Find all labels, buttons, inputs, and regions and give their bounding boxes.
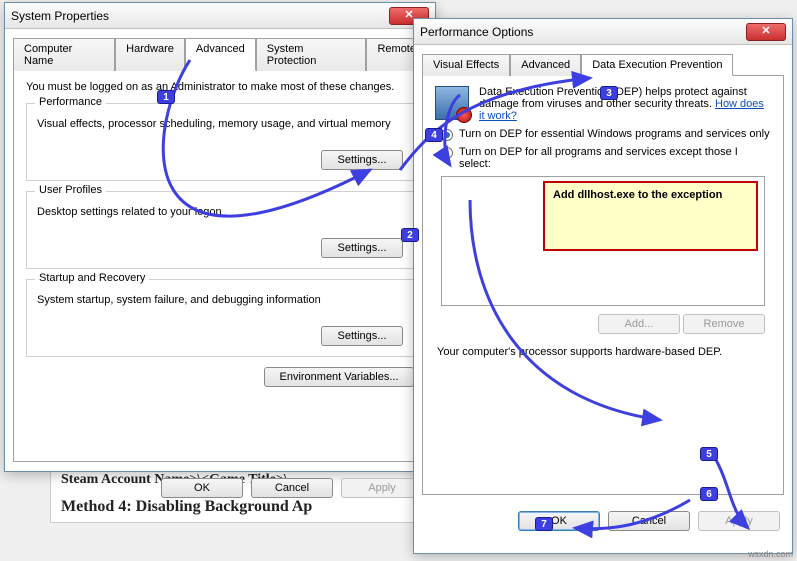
add-button[interactable]: Add... xyxy=(598,314,680,334)
tab-perf-advanced[interactable]: Advanced xyxy=(510,54,581,76)
environment-variables-button[interactable]: Environment Variables... xyxy=(264,367,414,387)
perfopts-apply-button[interactable]: Apply xyxy=(698,511,780,531)
group-performance: Performance Visual effects, processor sc… xyxy=(26,103,414,181)
perfopts-cancel-button[interactable]: Cancel xyxy=(608,511,690,531)
sysprops-apply-button[interactable]: Apply xyxy=(341,478,423,498)
step-3: 3 xyxy=(600,86,618,100)
startup-recovery-settings-button[interactable]: Settings... xyxy=(321,326,403,346)
radio-dep-all-except-label: Turn on DEP for all programs and service… xyxy=(459,146,771,170)
step-5: 5 xyxy=(700,447,718,461)
perfopts-action-row: OK Cancel Apply xyxy=(414,503,792,539)
step-6: 6 xyxy=(700,487,718,501)
dep-footer-note: Your computer's processor supports hardw… xyxy=(437,346,769,358)
perfopts-ok-button[interactable]: OK xyxy=(518,511,600,531)
shield-chip-icon xyxy=(435,86,469,120)
step-7: 7 xyxy=(535,517,553,531)
dep-exception-list[interactable]: Add dllhost.exe to the exception xyxy=(441,176,765,306)
performance-settings-button[interactable]: Settings... xyxy=(321,150,403,170)
sysprops-cancel-button[interactable]: Cancel xyxy=(251,478,333,498)
tab-hardware[interactable]: Hardware xyxy=(115,38,185,71)
perfopts-titlebar[interactable]: Performance Options ✕ xyxy=(414,19,792,45)
corner-credit: wsxdn.com xyxy=(748,549,793,559)
perfopts-tabs: Visual Effects Advanced Data Execution P… xyxy=(422,53,784,75)
dep-description: Data Execution Prevention (DEP) helps pr… xyxy=(479,86,771,122)
group-startup-recovery: Startup and Recovery System startup, sys… xyxy=(26,279,414,357)
admin-note: You must be logged on as an Administrato… xyxy=(26,81,414,93)
sysprops-body: You must be logged on as an Administrato… xyxy=(13,70,427,462)
tab-visual-effects[interactable]: Visual Effects xyxy=(422,54,510,76)
step-1: 1 xyxy=(157,90,175,104)
perfopts-body: Data Execution Prevention (DEP) helps pr… xyxy=(422,75,784,495)
tab-computer-name[interactable]: Computer Name xyxy=(13,38,115,71)
radio-dep-essential[interactable]: Turn on DEP for essential Windows progra… xyxy=(441,128,771,141)
user-profiles-settings-button[interactable]: Settings... xyxy=(321,238,403,258)
radio-icon xyxy=(441,147,453,159)
group-user-profiles-title: User Profiles xyxy=(35,184,106,196)
remove-button[interactable]: Remove xyxy=(683,314,765,334)
sysprops-tabs: Computer Name Hardware Advanced System P… xyxy=(13,37,427,70)
user-profiles-desc: Desktop settings related to your logon xyxy=(37,206,403,218)
tab-system-protection[interactable]: System Protection xyxy=(256,38,367,71)
step-4: 4 xyxy=(425,128,443,142)
tab-dep[interactable]: Data Execution Prevention xyxy=(581,54,733,76)
tab-advanced[interactable]: Advanced xyxy=(185,38,256,71)
group-user-profiles: User Profiles Desktop settings related t… xyxy=(26,191,414,269)
system-properties-title: System Properties xyxy=(11,9,109,23)
system-properties-window: System Properties ✕ Computer Name Hardwa… xyxy=(4,2,436,472)
radio-dep-all-except[interactable]: Turn on DEP for all programs and service… xyxy=(441,146,771,170)
sysprops-action-row: OK Cancel Apply xyxy=(5,470,435,506)
close-icon[interactable]: ✕ xyxy=(746,23,786,41)
radio-dep-essential-label: Turn on DEP for essential Windows progra… xyxy=(459,128,770,140)
callout-note: Add dllhost.exe to the exception xyxy=(543,181,758,251)
sysprops-ok-button[interactable]: OK xyxy=(161,478,243,498)
step-2: 2 xyxy=(401,228,419,242)
performance-desc: Visual effects, processor scheduling, me… xyxy=(37,118,403,130)
startup-recovery-desc: System startup, system failure, and debu… xyxy=(37,294,403,306)
group-performance-title: Performance xyxy=(35,96,106,108)
perfopts-title: Performance Options xyxy=(420,25,533,39)
system-properties-titlebar[interactable]: System Properties ✕ xyxy=(5,3,435,29)
group-startup-recovery-title: Startup and Recovery xyxy=(35,272,149,284)
